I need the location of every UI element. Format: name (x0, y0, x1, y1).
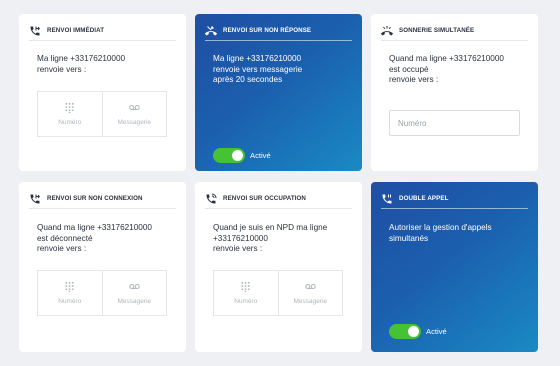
activation-toggle-row: Activé (389, 324, 447, 339)
forward-target-choices: Numéro Messagerie (213, 270, 343, 316)
description-line: Quand ma ligne +33176210000 (389, 54, 504, 63)
description-line: Quand ma ligne +33176210000 (37, 223, 152, 232)
card-description: Quand ma ligne +33176210000 est occupé r… (389, 54, 530, 86)
card-busy-forward: RENVOI SUR OCCUPATION Quand je suis en N… (195, 182, 362, 352)
card-header: RENVOI SUR NON CONNEXION (29, 189, 176, 209)
phone-missed-icon (205, 25, 217, 35)
card-header: RENVOI SUR OCCUPATION (205, 189, 352, 209)
phone-ringing-icon (381, 25, 393, 35)
phone-busy-icon (206, 193, 217, 203)
card-description: Quand je suis en NPD ma ligne +331762100… (213, 223, 354, 255)
option-label: Messagerie (293, 298, 328, 305)
description-line: renvoie vers : (37, 64, 87, 74)
card-immediate-forward: RENVOI IMMÉDIAT Ma ligne +33176210000 re… (19, 14, 186, 171)
description-line: est occupé (389, 64, 429, 74)
card-header: DOUBLE APPEL (381, 189, 528, 209)
card-description: Ma ligne +33176210000 renvoie vers : (37, 54, 178, 75)
description-line: +33176210000 (213, 233, 268, 243)
option-number[interactable]: Numéro (214, 271, 278, 315)
card-header: RENVOI IMMÉDIAT (29, 21, 176, 41)
option-number[interactable]: Numéro (38, 271, 102, 315)
description-line: Ma ligne +33176210000 (37, 54, 126, 63)
card-header: SONNERIE SIMULTANÉE (381, 21, 528, 41)
card-description: Autoriser la gestion d'appels simultanés (389, 223, 530, 244)
toggle-label: Activé (426, 327, 447, 336)
voicemail-icon (129, 284, 140, 289)
card-simultaneous-ring: SONNERIE SIMULTANÉE Quand ma ligne +3317… (371, 14, 538, 171)
card-title: RENVOI SUR NON RÉPONSE (223, 27, 312, 34)
option-label: Messagerie (117, 298, 152, 305)
card-description: Ma ligne +33176210000 renvoie vers messa… (213, 54, 354, 86)
phone-forward-icon (30, 194, 40, 203)
toggle-label: Activé (250, 151, 271, 160)
keypad-icon (241, 281, 250, 292)
description-line: Ma ligne +33176210000 (213, 54, 302, 63)
option-voicemail[interactable]: Messagerie (277, 271, 343, 315)
card-title: RENVOI SUR NON CONNEXION (47, 195, 143, 202)
description-line: simultanés (389, 233, 429, 243)
keypad-icon (65, 102, 74, 113)
option-number[interactable]: Numéro (38, 92, 102, 136)
forward-target-choices: Numéro Messagerie (37, 91, 167, 137)
keypad-icon (65, 281, 74, 292)
card-title: RENVOI SUR OCCUPATION (223, 195, 306, 202)
number-input[interactable] (389, 110, 520, 136)
option-label: Numéro (58, 119, 82, 126)
description-line: Autoriser la gestion d'appels (389, 223, 492, 232)
card-title: DOUBLE APPEL (399, 195, 449, 202)
card-title: SONNERIE SIMULTANÉE (399, 27, 475, 34)
toggle-knob (408, 326, 419, 337)
description-line: renvoie vers : (213, 244, 263, 253)
forward-target-choices: Numéro Messagerie (37, 270, 167, 316)
description-line: renvoie vers : (37, 244, 87, 253)
option-voicemail[interactable]: Messagerie (101, 271, 167, 315)
card-no-connection-forward: RENVOI SUR NON CONNEXION Quand ma ligne … (19, 182, 186, 352)
card-description: Quand ma ligne +33176210000 est déconnec… (37, 223, 178, 255)
option-label: Numéro (58, 298, 82, 305)
toggle-knob (232, 150, 243, 161)
option-voicemail[interactable]: Messagerie (101, 92, 167, 136)
activation-toggle-row: Activé (213, 148, 271, 163)
option-label: Messagerie (117, 119, 152, 126)
phone-forward-icon (30, 26, 40, 35)
activation-toggle[interactable] (389, 324, 421, 339)
voicemail-icon (129, 105, 140, 110)
description-line: renvoie vers messagerie (213, 64, 303, 74)
phone-icon (382, 194, 392, 203)
card-no-answer-forward: RENVOI SUR NON RÉPONSE Ma ligne +3317621… (195, 14, 362, 171)
card-title: RENVOI IMMÉDIAT (47, 27, 105, 34)
description-line: est déconnecté (37, 233, 93, 243)
card-header: RENVOI SUR NON RÉPONSE (205, 21, 352, 41)
description-line: Quand je suis en NPD ma ligne (213, 223, 328, 232)
description-line: après 20 secondes (213, 75, 283, 84)
option-label: Numéro (234, 298, 258, 305)
activation-toggle[interactable] (213, 148, 245, 163)
voicemail-icon (305, 284, 316, 289)
card-double-call: DOUBLE APPEL Autoriser la gestion d'appe… (371, 182, 538, 352)
description-line: renvoie vers : (389, 75, 439, 84)
